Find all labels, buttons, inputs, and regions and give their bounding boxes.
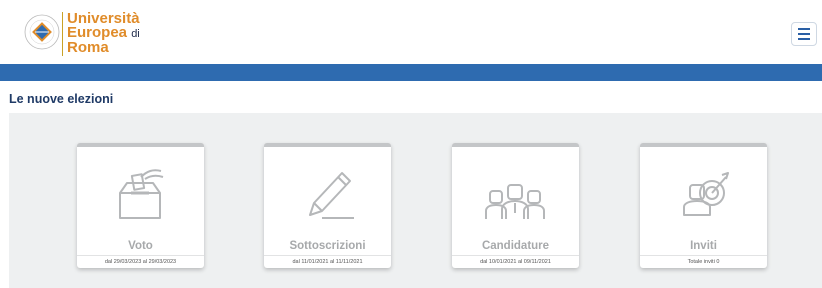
pen-icon [309, 172, 354, 219]
candidates-icon [485, 184, 545, 219]
university-logo[interactable]: Università Europea di Roma [22, 9, 142, 57]
card-footer: Totale inviti 0 [640, 255, 767, 268]
card-footer: dal 10/01/2021 al 09/11/2021 [452, 255, 579, 268]
card-footer: dal 29/03/2023 al 29/03/2023 [77, 255, 204, 268]
seal-icon [24, 14, 60, 50]
card-voto[interactable]: Voto dal 29/03/2023 al 29/03/2023 [77, 143, 204, 268]
card-title: Inviti [690, 240, 717, 252]
logo-line2-suffix: di [131, 28, 140, 40]
card-footer: dal 11/01/2021 al 11/11/2021 [264, 255, 391, 268]
logo-divider [62, 12, 63, 56]
invite-target-icon [683, 172, 729, 216]
hamburger-icon-bar [798, 38, 810, 40]
card-sottoscrizioni[interactable]: Sottoscrizioni dal 11/01/2021 al 11/11/2… [264, 143, 391, 268]
menu-button[interactable] [791, 22, 817, 46]
card-inviti[interactable]: Inviti Totale inviti 0 [640, 143, 767, 268]
logo-wordmark: Università Europea di Roma [67, 11, 140, 56]
page-title: Le nuove elezioni [9, 92, 114, 106]
site-header: Università Europea di Roma [0, 0, 822, 64]
hamburger-icon [798, 28, 810, 30]
card-title: Candidature [481, 240, 550, 252]
logo-line3: Roma [67, 39, 109, 56]
navigation-bar [0, 64, 822, 81]
card-candidature[interactable]: Candidature dal 10/01/2021 al 09/11/2021 [452, 143, 579, 268]
ballot-box-icon [119, 169, 164, 219]
card-title: Voto [128, 240, 153, 252]
hamburger-icon-bar [798, 33, 810, 35]
card-title: Sottoscrizioni [289, 240, 366, 252]
